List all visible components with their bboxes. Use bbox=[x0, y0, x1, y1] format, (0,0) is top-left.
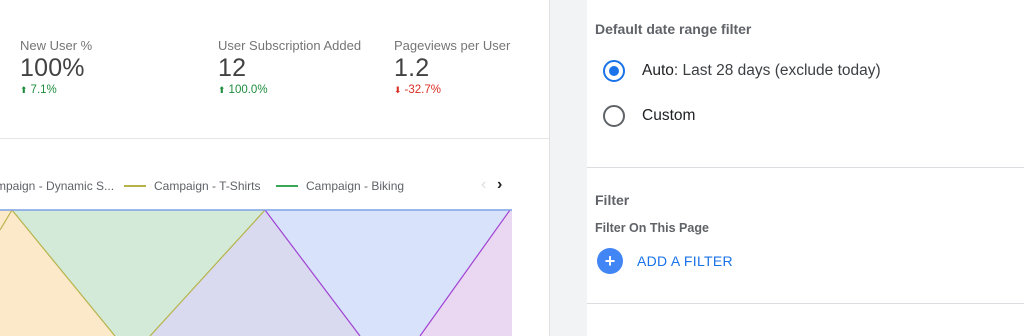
properties-panel: Default date range filter Auto : Last 28… bbox=[587, 0, 1024, 336]
radio-sub-auto: : Last 28 days (exclude today) bbox=[673, 62, 881, 79]
report-canvas: New User % 100% ⬆ 7.1% User Subscription … bbox=[0, 0, 549, 336]
legend-label: Campaign - T-Shirts bbox=[154, 179, 261, 193]
add-filter-label: ADD A FILTER bbox=[637, 253, 733, 269]
scorecard-value: 12 bbox=[218, 54, 247, 82]
legend-item-t-shirts[interactable]: Campaign - T-Shirts bbox=[124, 179, 260, 193]
legend-item-dynamic-search[interactable]: mpaign - Dynamic S... bbox=[0, 179, 114, 193]
scorecard-delta: ⬆ 100.0% bbox=[218, 84, 361, 96]
section-divider bbox=[587, 303, 1024, 304]
legend-item-biking[interactable]: Campaign - Biking bbox=[276, 179, 404, 193]
scorecard-pageviews-per-user[interactable]: Pageviews per User 1.2 ⬇ -32.7% bbox=[394, 38, 510, 96]
filter-subtitle: Filter On This Page bbox=[595, 221, 709, 235]
scorecard-delta: ⬆ 7.1% bbox=[20, 84, 92, 96]
radio-option-custom[interactable]: Custom bbox=[603, 105, 695, 127]
scorecard-delta-value: -32.7% bbox=[404, 84, 441, 96]
scorecard-delta-value: 100.0% bbox=[228, 84, 268, 96]
legend-swatch bbox=[276, 185, 298, 187]
chevron-right-icon[interactable]: › bbox=[497, 177, 502, 193]
radio-unchecked-icon[interactable] bbox=[603, 105, 625, 127]
arrow-up-icon: ⬆ bbox=[218, 85, 226, 95]
scorecard-user-subscription-added[interactable]: User Subscription Added 12 ⬆ 100.0% bbox=[218, 38, 361, 96]
chart-legend: mpaign - Dynamic S... Campaign - T-Shirt… bbox=[0, 177, 520, 196]
radio-label-auto: Auto bbox=[642, 62, 674, 79]
section-divider bbox=[587, 167, 1024, 168]
scorecard-value: 1.2 bbox=[394, 54, 430, 82]
arrow-up-icon: ⬆ bbox=[20, 85, 28, 95]
stacked-area-chart bbox=[0, 209, 512, 336]
scorecard-label: User Subscription Added bbox=[218, 38, 362, 53]
scorecard-delta-value: 7.1% bbox=[30, 84, 57, 96]
canvas-divider bbox=[0, 138, 549, 139]
panel-gutter bbox=[549, 0, 588, 336]
chevron-left-icon[interactable]: ‹ bbox=[481, 177, 486, 193]
scorecard-value: 100% bbox=[20, 54, 85, 82]
scorecard-label: Pageviews per User bbox=[394, 38, 511, 53]
scorecard-new-user-pct[interactable]: New User % 100% ⬆ 7.1% bbox=[20, 38, 92, 96]
radio-checked-icon[interactable] bbox=[603, 60, 625, 82]
scorecard-label: New User % bbox=[20, 38, 93, 53]
legend-swatch bbox=[124, 185, 146, 187]
date-range-title: Default date range filter bbox=[595, 21, 752, 37]
legend-label: mpaign - Dynamic S... bbox=[0, 179, 115, 193]
radio-label-custom: Custom bbox=[642, 107, 696, 124]
add-filter-button[interactable]: + ADD A FILTER bbox=[597, 248, 733, 274]
legend-label: Campaign - Biking bbox=[306, 179, 405, 193]
arrow-down-icon: ⬇ bbox=[394, 85, 402, 95]
scorecard-delta: ⬇ -32.7% bbox=[394, 84, 510, 96]
filter-title: Filter bbox=[595, 192, 630, 208]
plus-icon[interactable]: + bbox=[597, 248, 623, 274]
radio-option-auto[interactable]: Auto : Last 28 days (exclude today) bbox=[603, 60, 881, 82]
